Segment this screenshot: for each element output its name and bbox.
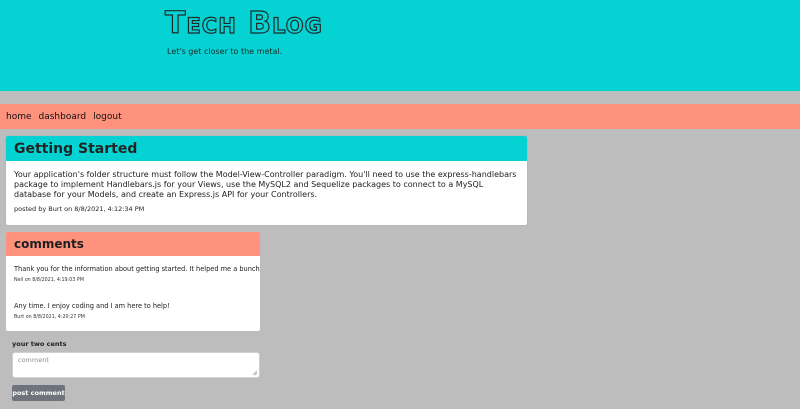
comments-header: comments bbox=[6, 232, 260, 256]
post-title: Getting Started bbox=[14, 140, 138, 157]
site-branding: Tech Blog Let's get closer to the metal. bbox=[164, 5, 323, 58]
nav-home-link[interactable]: home bbox=[6, 111, 32, 123]
site-title: Tech Blog bbox=[164, 5, 323, 41]
comment-input[interactable] bbox=[12, 352, 260, 378]
comment-text: Any time. I enjoy coding and I am here t… bbox=[14, 302, 170, 310]
comment-item: Thank you for the information about gett… bbox=[14, 265, 260, 284]
nav-logout-link[interactable]: logout bbox=[93, 111, 121, 123]
comment-meta: Burt on 8/8/2021, 4:20:27 PM bbox=[14, 315, 85, 320]
comment-form-label: your two cents bbox=[12, 340, 67, 348]
comment-text: Thank you for the information about gett… bbox=[14, 265, 260, 273]
post-body: Your application's folder structure must… bbox=[14, 170, 517, 199]
comments-title: comments bbox=[14, 237, 84, 251]
post-comment-button[interactable]: post comment bbox=[12, 385, 65, 401]
post-card: Getting Started Your application's folde… bbox=[6, 136, 527, 225]
comment-meta: Neil on 8/8/2021, 4:19:03 PM bbox=[14, 278, 84, 283]
post-meta: posted by Burt on 8/8/2021, 4:12:34 PM bbox=[14, 205, 145, 213]
comments-card: comments Thank you for the information a… bbox=[6, 232, 260, 331]
site-header: Tech Blog Let's get closer to the metal. bbox=[0, 0, 800, 91]
post-header: Getting Started bbox=[6, 136, 527, 161]
main-navigation: home dashboard logout bbox=[0, 104, 800, 129]
comment-item: Any time. I enjoy coding and I am here t… bbox=[14, 302, 252, 321]
site-tagline: Let's get closer to the metal. bbox=[167, 47, 283, 56]
nav-dashboard-link[interactable]: dashboard bbox=[39, 111, 87, 123]
